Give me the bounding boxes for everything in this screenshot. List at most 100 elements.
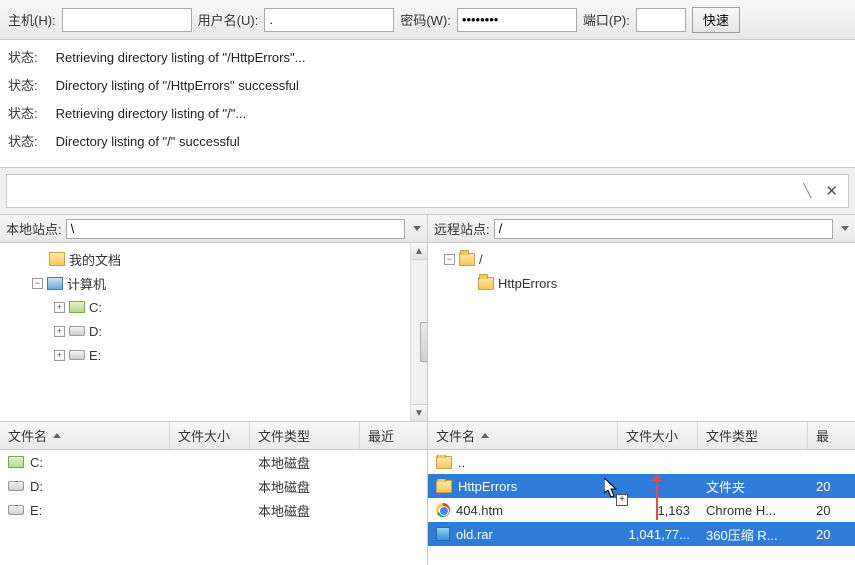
- local-site-bar: 本地站点:: [0, 215, 427, 243]
- tree-label: C:: [89, 300, 102, 315]
- remote-file-body[interactable]: .. HttpErrors 文件夹 20 404.htm 1,163 Chrom…: [428, 450, 855, 565]
- collapse-icon[interactable]: −: [32, 278, 43, 289]
- col-name[interactable]: 文件名: [0, 422, 170, 449]
- drive-icon: [8, 456, 24, 468]
- port-label: 端口(P):: [583, 10, 630, 29]
- connection-bar: 主机(H): 用户名(U): 密码(W): 端口(P): 快速: [0, 0, 855, 40]
- file-name: 404.htm: [456, 503, 503, 518]
- tree-item-drive-c[interactable]: + C:: [6, 295, 421, 319]
- scroll-down-icon[interactable]: ▼: [411, 404, 427, 421]
- local-tree-pane: 本地站点: 我的文档 − 计算机 + C:: [0, 215, 428, 421]
- log-row: 状态: Directory listing of "/HttpErrors" s…: [8, 72, 847, 100]
- local-site-label: 本地站点:: [6, 219, 62, 238]
- user-label: 用户名(U):: [198, 10, 259, 29]
- tree-item-computer[interactable]: − 计算机: [6, 271, 421, 295]
- col-name[interactable]: 文件名: [428, 422, 618, 449]
- file-size: 1,041,77...: [618, 527, 698, 542]
- file-type: 本地磁盘: [250, 453, 360, 472]
- remote-tree[interactable]: − / HttpErrors: [428, 243, 855, 421]
- file-row-oldrar[interactable]: old.rar 1,041,77... 360压缩 R... 20: [428, 522, 855, 546]
- col-modified[interactable]: 最: [808, 422, 855, 449]
- annotation-arrow-icon: [656, 480, 658, 520]
- scroll-thumb[interactable]: [420, 322, 427, 362]
- sort-asc-icon: [481, 433, 489, 438]
- log-message: Directory listing of "/HttpErrors" succe…: [56, 72, 299, 100]
- collapse-icon[interactable]: −: [444, 254, 455, 265]
- copy-badge-icon: +: [616, 494, 628, 506]
- drive-icon: [69, 326, 85, 336]
- file-modified: 20: [808, 527, 855, 542]
- host-input[interactable]: [62, 8, 192, 32]
- file-type: 本地磁盘: [250, 477, 360, 496]
- file-row[interactable]: E: 本地磁盘: [0, 498, 427, 522]
- log-message: Directory listing of "/" successful: [56, 128, 240, 156]
- remote-tree-pane: 远程站点: − / HttpErrors: [428, 215, 855, 421]
- local-file-pane: 文件名 文件大小 文件类型 最近 C: 本地磁盘 D:: [0, 422, 428, 565]
- log-label: 状态:: [8, 100, 38, 128]
- expand-icon[interactable]: +: [54, 350, 65, 361]
- filelist-splitter: 文件名 文件大小 文件类型 最近 C: 本地磁盘 D:: [0, 422, 855, 565]
- drive-icon: [69, 301, 85, 313]
- col-label: 文件名: [436, 426, 475, 445]
- quickconnect-button[interactable]: 快速: [692, 7, 740, 33]
- file-type: 本地磁盘: [250, 501, 360, 520]
- remote-file-pane: 文件名 文件大小 文件类型 最 .. HttpErrors 文件夹: [428, 422, 855, 565]
- col-type[interactable]: 文件类型: [698, 422, 808, 449]
- col-size[interactable]: 文件大小: [618, 422, 698, 449]
- close-icon[interactable]: ✕: [821, 182, 842, 200]
- local-path-input[interactable]: [66, 219, 405, 239]
- file-name: HttpErrors: [458, 479, 517, 494]
- col-type[interactable]: 文件类型: [250, 422, 360, 449]
- log-row: 状态: Retrieving directory listing of "/".…: [8, 100, 847, 128]
- scroll-up-icon[interactable]: ▲: [411, 243, 427, 260]
- tree-label: D:: [89, 324, 102, 339]
- tree-item-drive-d[interactable]: + D:: [6, 319, 421, 343]
- expand-icon[interactable]: +: [54, 302, 65, 313]
- caret-icon: ╲: [803, 183, 813, 199]
- remote-path-input[interactable]: [494, 219, 833, 239]
- expand-icon[interactable]: +: [54, 326, 65, 337]
- dropdown-icon[interactable]: [413, 226, 421, 231]
- file-name: old.rar: [456, 527, 493, 542]
- local-tree[interactable]: 我的文档 − 计算机 + C: + D: +: [0, 243, 427, 421]
- folder-icon: [436, 480, 452, 493]
- file-size: 1,163: [618, 503, 698, 518]
- remote-site-label: 远程站点:: [434, 219, 490, 238]
- tree-item-root[interactable]: − /: [434, 247, 849, 271]
- file-type: 文件夹: [698, 477, 808, 496]
- log-label: 状态:: [8, 44, 38, 72]
- folder-icon: [459, 253, 475, 266]
- tree-item-mydocs[interactable]: 我的文档: [6, 247, 421, 271]
- col-modified[interactable]: 最近: [360, 422, 427, 449]
- pass-input[interactable]: [457, 8, 577, 32]
- local-tree-scrollbar[interactable]: ▲ ▼: [410, 243, 427, 421]
- col-label: 文件名: [8, 426, 47, 445]
- local-file-body[interactable]: C: 本地磁盘 D: 本地磁盘 E: 本地磁盘: [0, 450, 427, 565]
- file-type: 360压缩 R...: [698, 525, 808, 544]
- tree-item-drive-e[interactable]: + E:: [6, 343, 421, 367]
- file-row[interactable]: C: 本地磁盘: [0, 450, 427, 474]
- file-name: C:: [30, 455, 43, 470]
- command-input[interactable]: [13, 179, 803, 203]
- file-modified: 20: [808, 479, 855, 494]
- col-size[interactable]: 文件大小: [170, 422, 250, 449]
- user-input[interactable]: [264, 8, 394, 32]
- status-log: 状态: Retrieving directory listing of "/Ht…: [0, 40, 855, 168]
- port-input[interactable]: [636, 8, 686, 32]
- pass-label: 密码(W):: [400, 10, 451, 29]
- file-row[interactable]: D: 本地磁盘: [0, 474, 427, 498]
- chrome-icon: [436, 503, 450, 517]
- folder-icon: [478, 277, 494, 290]
- file-row-404[interactable]: 404.htm 1,163 Chrome H... 20: [428, 498, 855, 522]
- sort-asc-icon: [53, 433, 61, 438]
- tree-item-httperrors[interactable]: HttpErrors: [434, 271, 849, 295]
- tree-label: 计算机: [67, 274, 106, 293]
- tree-splitter: 本地站点: 我的文档 − 计算机 + C:: [0, 214, 855, 422]
- folder-icon: [436, 456, 452, 469]
- file-row-parent[interactable]: ..: [428, 450, 855, 474]
- file-row-httperrors[interactable]: HttpErrors 文件夹 20: [428, 474, 855, 498]
- dropdown-icon[interactable]: [841, 226, 849, 231]
- log-message: Retrieving directory listing of "/HttpEr…: [56, 44, 306, 72]
- drive-icon: [8, 505, 24, 515]
- archive-icon: [436, 527, 450, 541]
